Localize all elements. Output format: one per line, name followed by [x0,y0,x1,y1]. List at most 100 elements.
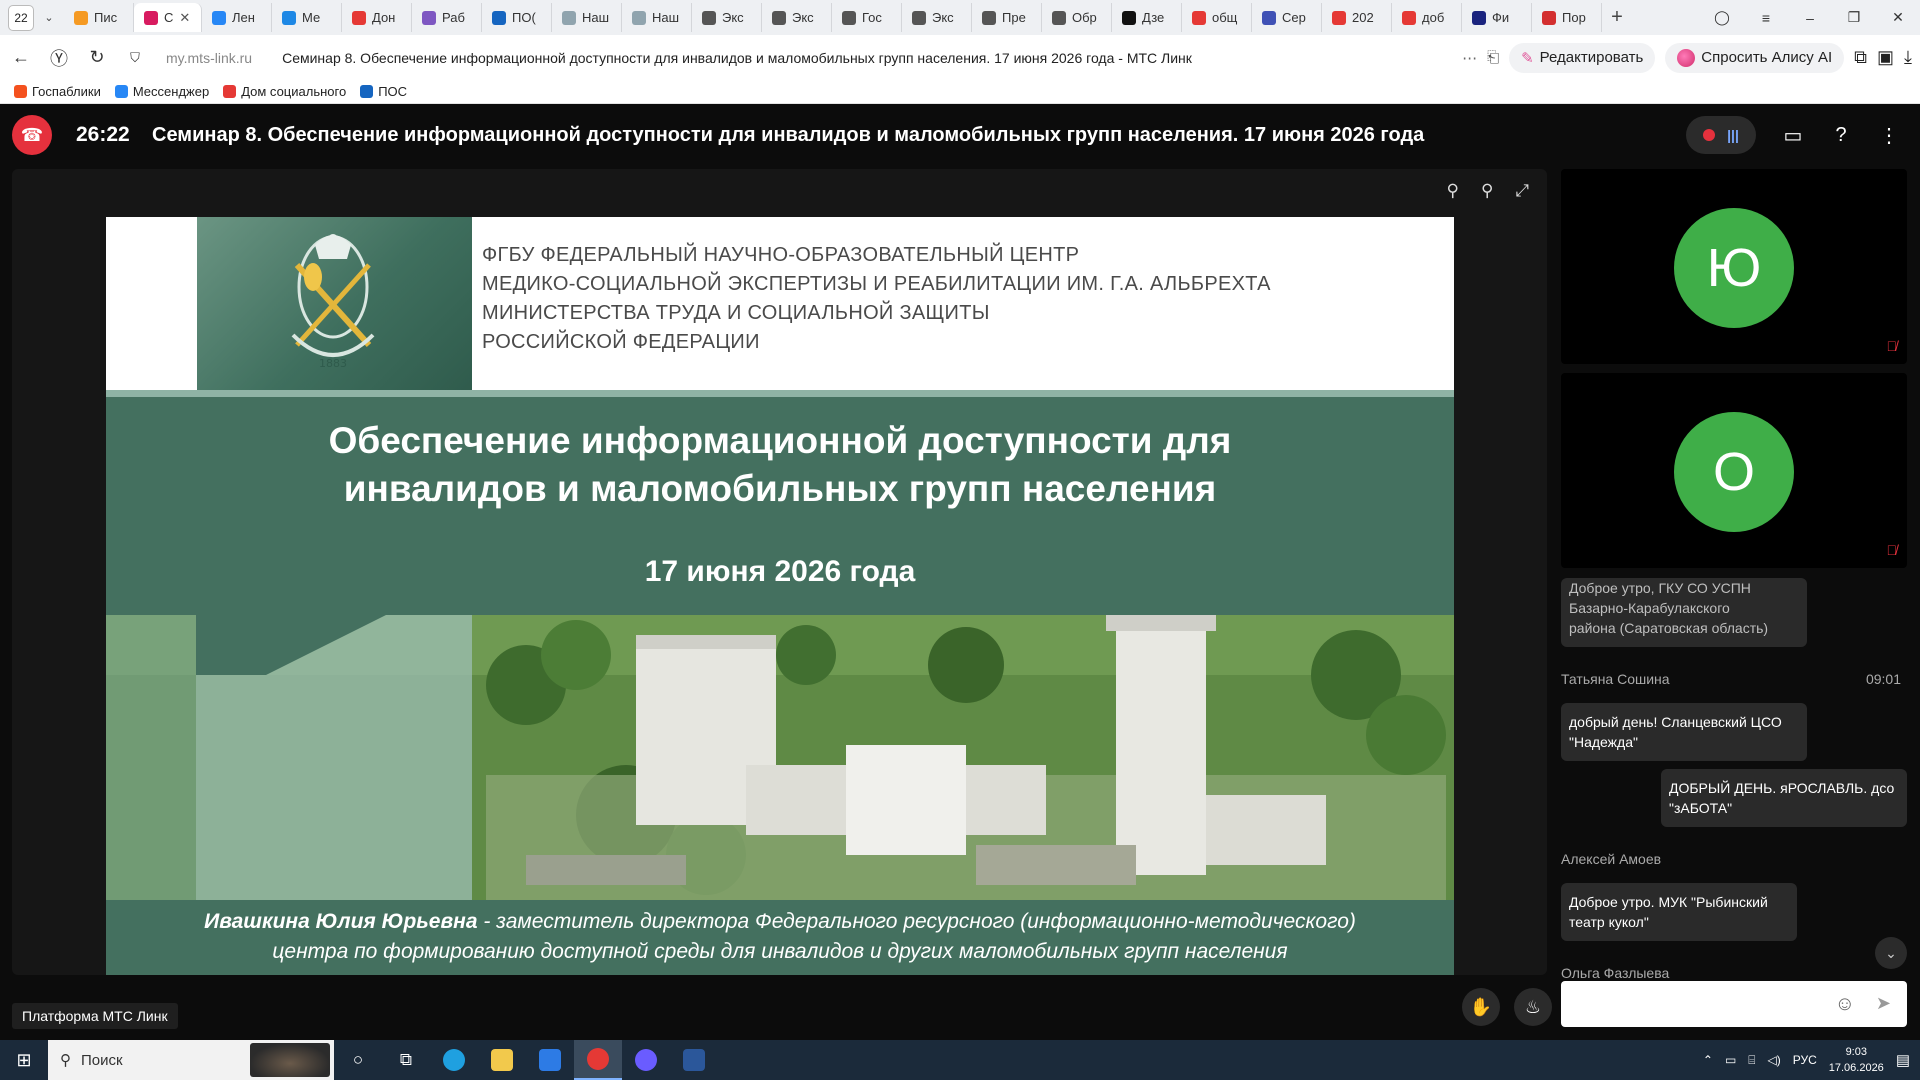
new-tab-button[interactable]: + [1602,6,1632,29]
browser-tab[interactable]: Лен [202,3,272,32]
taskbar-app-cortana[interactable]: ○ [334,1040,382,1080]
browser-tab[interactable]: Наш [552,3,622,32]
taskbar-app-explorer[interactable] [478,1040,526,1080]
downloads-icon[interactable]: ⤓ [1904,47,1912,68]
browser-tab[interactable]: ПО( [482,3,552,32]
flame-icon: ♨ [1524,996,1542,1017]
close-window-button[interactable]: ✕ [1876,9,1920,26]
chat-icon[interactable]: ▭ [1782,123,1804,148]
bookmark-item[interactable]: Госпаблики [14,84,101,99]
edit-button[interactable]: ✎ Редактировать [1509,42,1656,73]
yandex-home-icon[interactable]: Ⓨ [42,45,76,71]
tab-label: Дзе [1142,10,1165,25]
chat-message-input[interactable] [1571,991,1821,1017]
language-indicator[interactable]: РУС [1793,1053,1817,1067]
reactions-button[interactable]: ♨ [1514,988,1552,1026]
ask-alisa-button[interactable]: Спросить Алису AI [1665,42,1845,73]
tab-label: С [164,10,174,25]
browser-tab[interactable]: Пис [64,3,134,32]
bookmark-item[interactable]: Мессенджер [114,84,209,99]
url-page-title[interactable]: Семинар 8. Обеспечение информационной до… [282,50,1192,66]
extensions-icon[interactable]: ⧉ [1854,47,1867,68]
taskbar-search[interactable]: ⚲ Поиск [48,1040,334,1080]
browser-tab[interactable]: Экс [902,3,972,32]
browser-tab[interactable]: Экс [692,3,762,32]
url-host[interactable]: my.mts-link.ru [166,50,252,66]
browser-tab[interactable]: Экс [762,3,832,32]
org-line: ФГБУ ФЕДЕРАЛЬНЫЙ НАУЧНО-ОБРАЗОВАТЕЛЬНЫЙ … [482,244,1080,266]
taskbar-app-store[interactable] [526,1040,574,1080]
chat-panel[interactable]: Доброе утро, ГКУ СО УСПН Базарно-Карабул… [1561,578,1907,978]
scroll-to-bottom-button[interactable]: ⌄ [1875,937,1907,969]
recording-indicator[interactable]: ||| [1686,116,1756,154]
hang-up-button[interactable]: ☎ [12,115,52,155]
taskbar-app-task-view[interactable]: ⧉ [382,1040,430,1080]
chat-author: Алексей Амоев [1561,851,1662,867]
browser-tab[interactable]: С ✕ [134,3,202,32]
chat-message-line: "зАБОТА" [1669,800,1733,816]
browser-tab[interactable]: Дзе [1112,3,1182,32]
speaker-name: Ивашкина Юлия Юрьевна [204,910,478,933]
bookmark-icon[interactable]: ⎗ [1487,49,1499,66]
browser-tab[interactable]: Сер [1252,3,1322,32]
browser-tab[interactable]: Гос [832,3,902,32]
browser-tab[interactable]: Фи [1462,3,1532,32]
tab-label: Дон [372,10,396,25]
bookmark-label: Дом социального [241,84,347,99]
fullscreen-icon[interactable]: ⤢ [1515,181,1529,201]
participant-tile[interactable]: О 🎙̸ [1561,373,1907,568]
raise-hand-button[interactable]: ✋ [1462,988,1500,1026]
browser-tab[interactable]: Дон [342,3,412,32]
zoom-in-icon[interactable]: ⚲ [1481,181,1493,201]
collections-icon[interactable]: ▣ [1877,47,1894,68]
browser-tab[interactable]: Обр [1042,3,1112,32]
chat-composer: ☺ ➤ [1561,981,1907,1027]
browser-tab-bar: 22 ⌄ Пис С ✕ Лен Ме Дон Раб ПО(Наш Наш Экс Экс Гос Э… [0,0,1920,35]
tab-label: общ [1212,10,1238,25]
browser-menu-icon[interactable]: ≡ [1744,10,1788,26]
bookmark-favicon-icon [114,85,128,98]
back-button[interactable]: ← [4,47,38,68]
notifications-icon[interactable]: ▤ [1896,1051,1910,1069]
zoom-out-icon[interactable]: ⚲ [1446,181,1458,201]
browser-tab[interactable]: Наш [622,3,692,32]
tray-chevron-icon[interactable]: ⌃ [1703,1053,1713,1067]
more-vertical-icon[interactable]: ⋮ [1878,123,1900,148]
profile-icon[interactable]: ◯ [1700,9,1744,26]
browser-tab[interactable]: 202 [1322,3,1392,32]
taskbar-app-yandex[interactable] [574,1040,622,1080]
battery-icon[interactable]: ▭ [1725,1053,1736,1067]
taskbar-app-word[interactable] [670,1040,718,1080]
browser-tab[interactable]: Ме [272,3,342,32]
bookmark-item[interactable]: Дом социального [223,84,346,99]
participant-tile[interactable]: Ю 🎙̸ [1561,169,1907,364]
help-icon[interactable]: ? [1830,124,1852,147]
browser-tab[interactable]: Пре [972,3,1042,32]
start-button[interactable]: ⊞ [0,1050,48,1071]
taskbar-clock[interactable]: 9:03 17.06.2026 [1829,1044,1884,1076]
close-tab-icon[interactable]: ✕ [179,10,190,26]
tab-count-button[interactable]: 22 [8,4,34,31]
taskbar-app-edge[interactable] [430,1040,478,1080]
chat-author: Ольга Фазлыева [1561,965,1670,978]
reload-button[interactable]: ↻ [80,47,114,68]
campus-photo-illustration [106,615,1454,900]
alisa-icon [1677,48,1696,67]
volume-icon[interactable]: ◁) [1767,1053,1780,1067]
browser-tab[interactable]: Раб [412,3,482,32]
bookmark-item[interactable]: ПОС [360,84,407,99]
site-security-icon[interactable]: ⛉ [118,50,152,66]
send-icon[interactable]: ➤ [1876,993,1891,1014]
more-icon[interactable]: ⋯ [1462,49,1477,67]
tabs-dropdown-icon[interactable]: ⌄ [34,11,64,24]
browser-tab[interactable]: Пор [1532,3,1602,32]
taskbar-app-messenger[interactable] [622,1040,670,1080]
minimize-button[interactable]: – [1788,10,1832,26]
browser-tab[interactable]: доб [1392,3,1462,32]
emoji-icon[interactable]: ☺ [1835,993,1855,1016]
chat-message-line: района (Саратовская область) [1569,620,1769,636]
search-icon: ⚲ [60,1052,71,1069]
network-icon[interactable]: ⌸ [1748,1053,1755,1068]
restore-button[interactable]: ❐ [1832,9,1876,26]
browser-tab[interactable]: общ [1182,3,1252,32]
